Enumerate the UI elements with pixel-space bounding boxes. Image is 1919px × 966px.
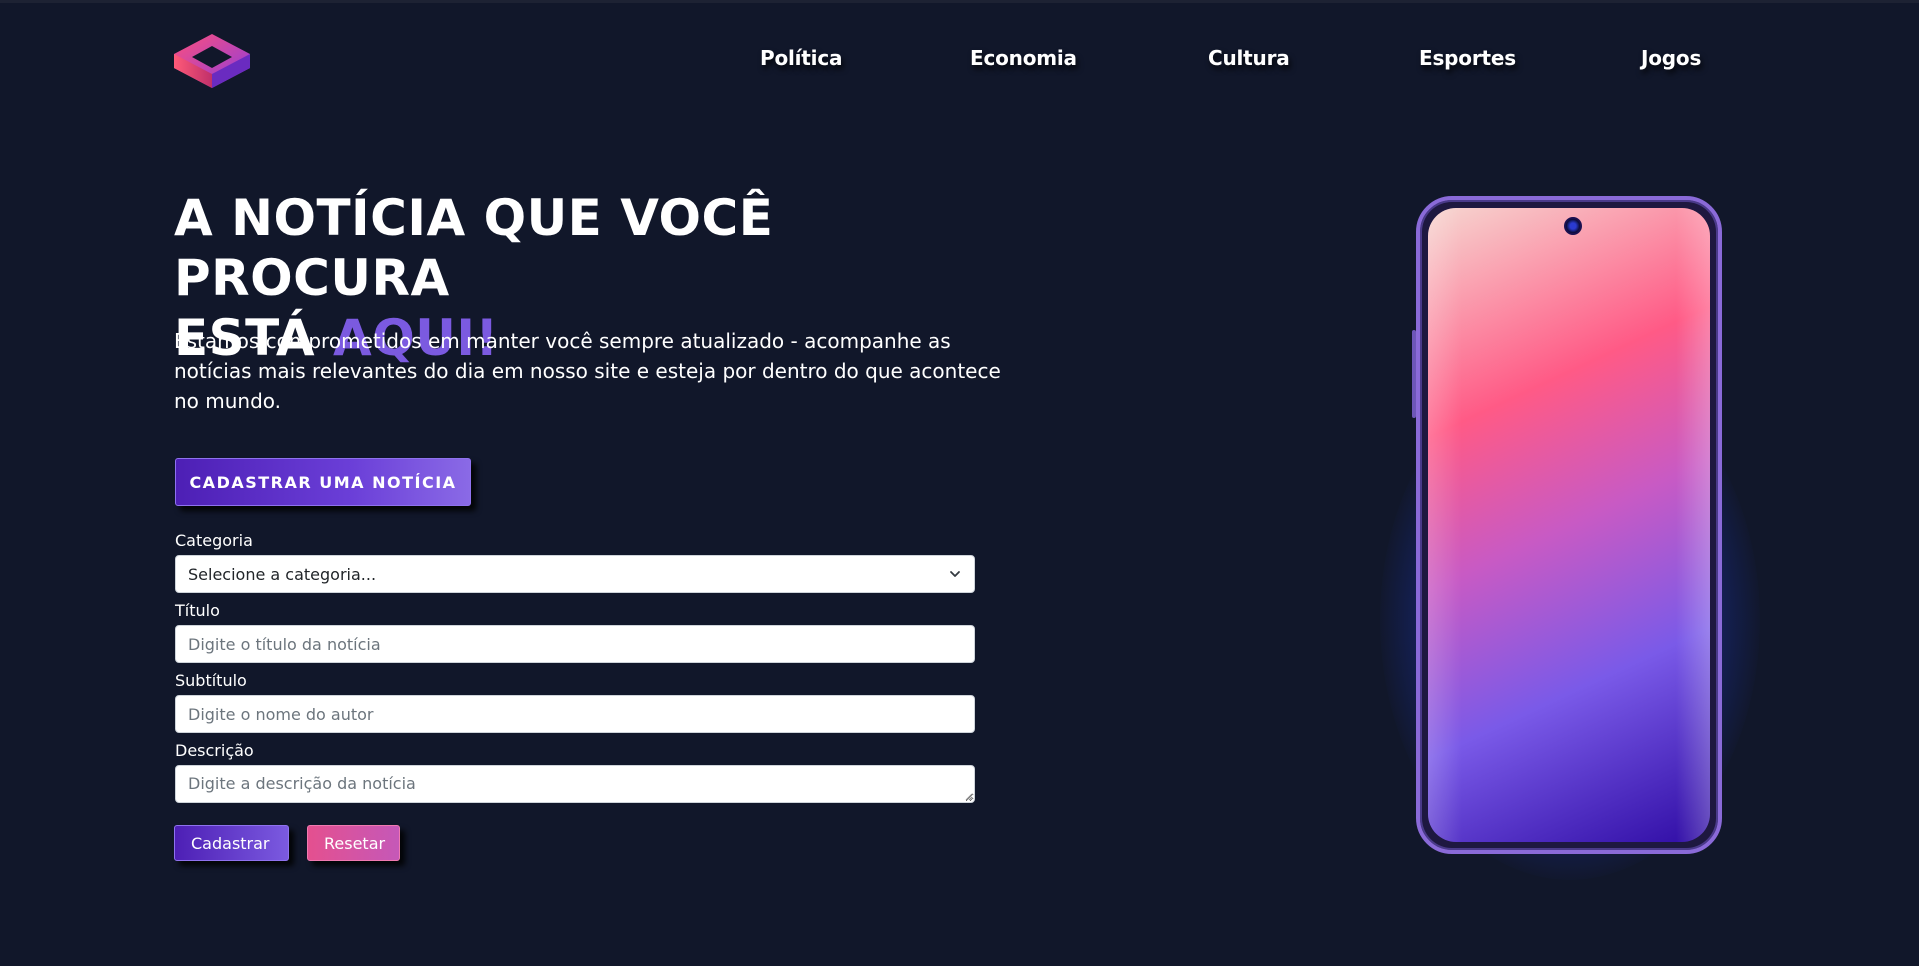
register-news-button[interactable]: CADASTRAR UMA NOTÍCIA	[175, 458, 471, 506]
subtitle-input[interactable]	[175, 695, 975, 733]
hero-description: Estamos comprometidos em manter você sem…	[174, 329, 1001, 413]
subtitle-label: Subtítulo	[175, 671, 247, 690]
phone-screen	[1428, 208, 1710, 842]
category-label: Categoria	[175, 531, 253, 550]
nav-item-politica[interactable]: Política	[760, 46, 842, 70]
category-select[interactable]: Selecione a categoria...	[175, 555, 975, 593]
hero-title-line1: A NOTÍCIA QUE VOCÊ PROCURA	[174, 189, 774, 307]
description-textarea[interactable]	[175, 765, 975, 803]
camera-icon	[1564, 217, 1582, 235]
submit-button[interactable]: Cadastrar	[174, 825, 289, 861]
reset-button[interactable]: Resetar	[307, 825, 400, 861]
title-input[interactable]	[175, 625, 975, 663]
top-border	[0, 0, 1919, 3]
phone-side-button	[1412, 330, 1416, 418]
resize-handle-icon[interactable]	[965, 793, 973, 801]
category-selected-value: Selecione a categoria...	[188, 564, 377, 584]
description-field-wrapper	[175, 765, 975, 803]
description-label: Descrição	[175, 741, 254, 760]
title-label: Título	[175, 601, 220, 620]
phone-illustration	[1412, 196, 1722, 854]
main-nav: Política Economia Cultura Esportes Jogos	[0, 46, 1919, 80]
nav-item-cultura[interactable]: Cultura	[1208, 46, 1290, 70]
chevron-down-icon	[950, 571, 960, 577]
nav-item-jogos[interactable]: Jogos	[1641, 46, 1701, 70]
nav-item-economia[interactable]: Economia	[970, 46, 1077, 70]
nav-item-esportes[interactable]: Esportes	[1419, 46, 1516, 70]
